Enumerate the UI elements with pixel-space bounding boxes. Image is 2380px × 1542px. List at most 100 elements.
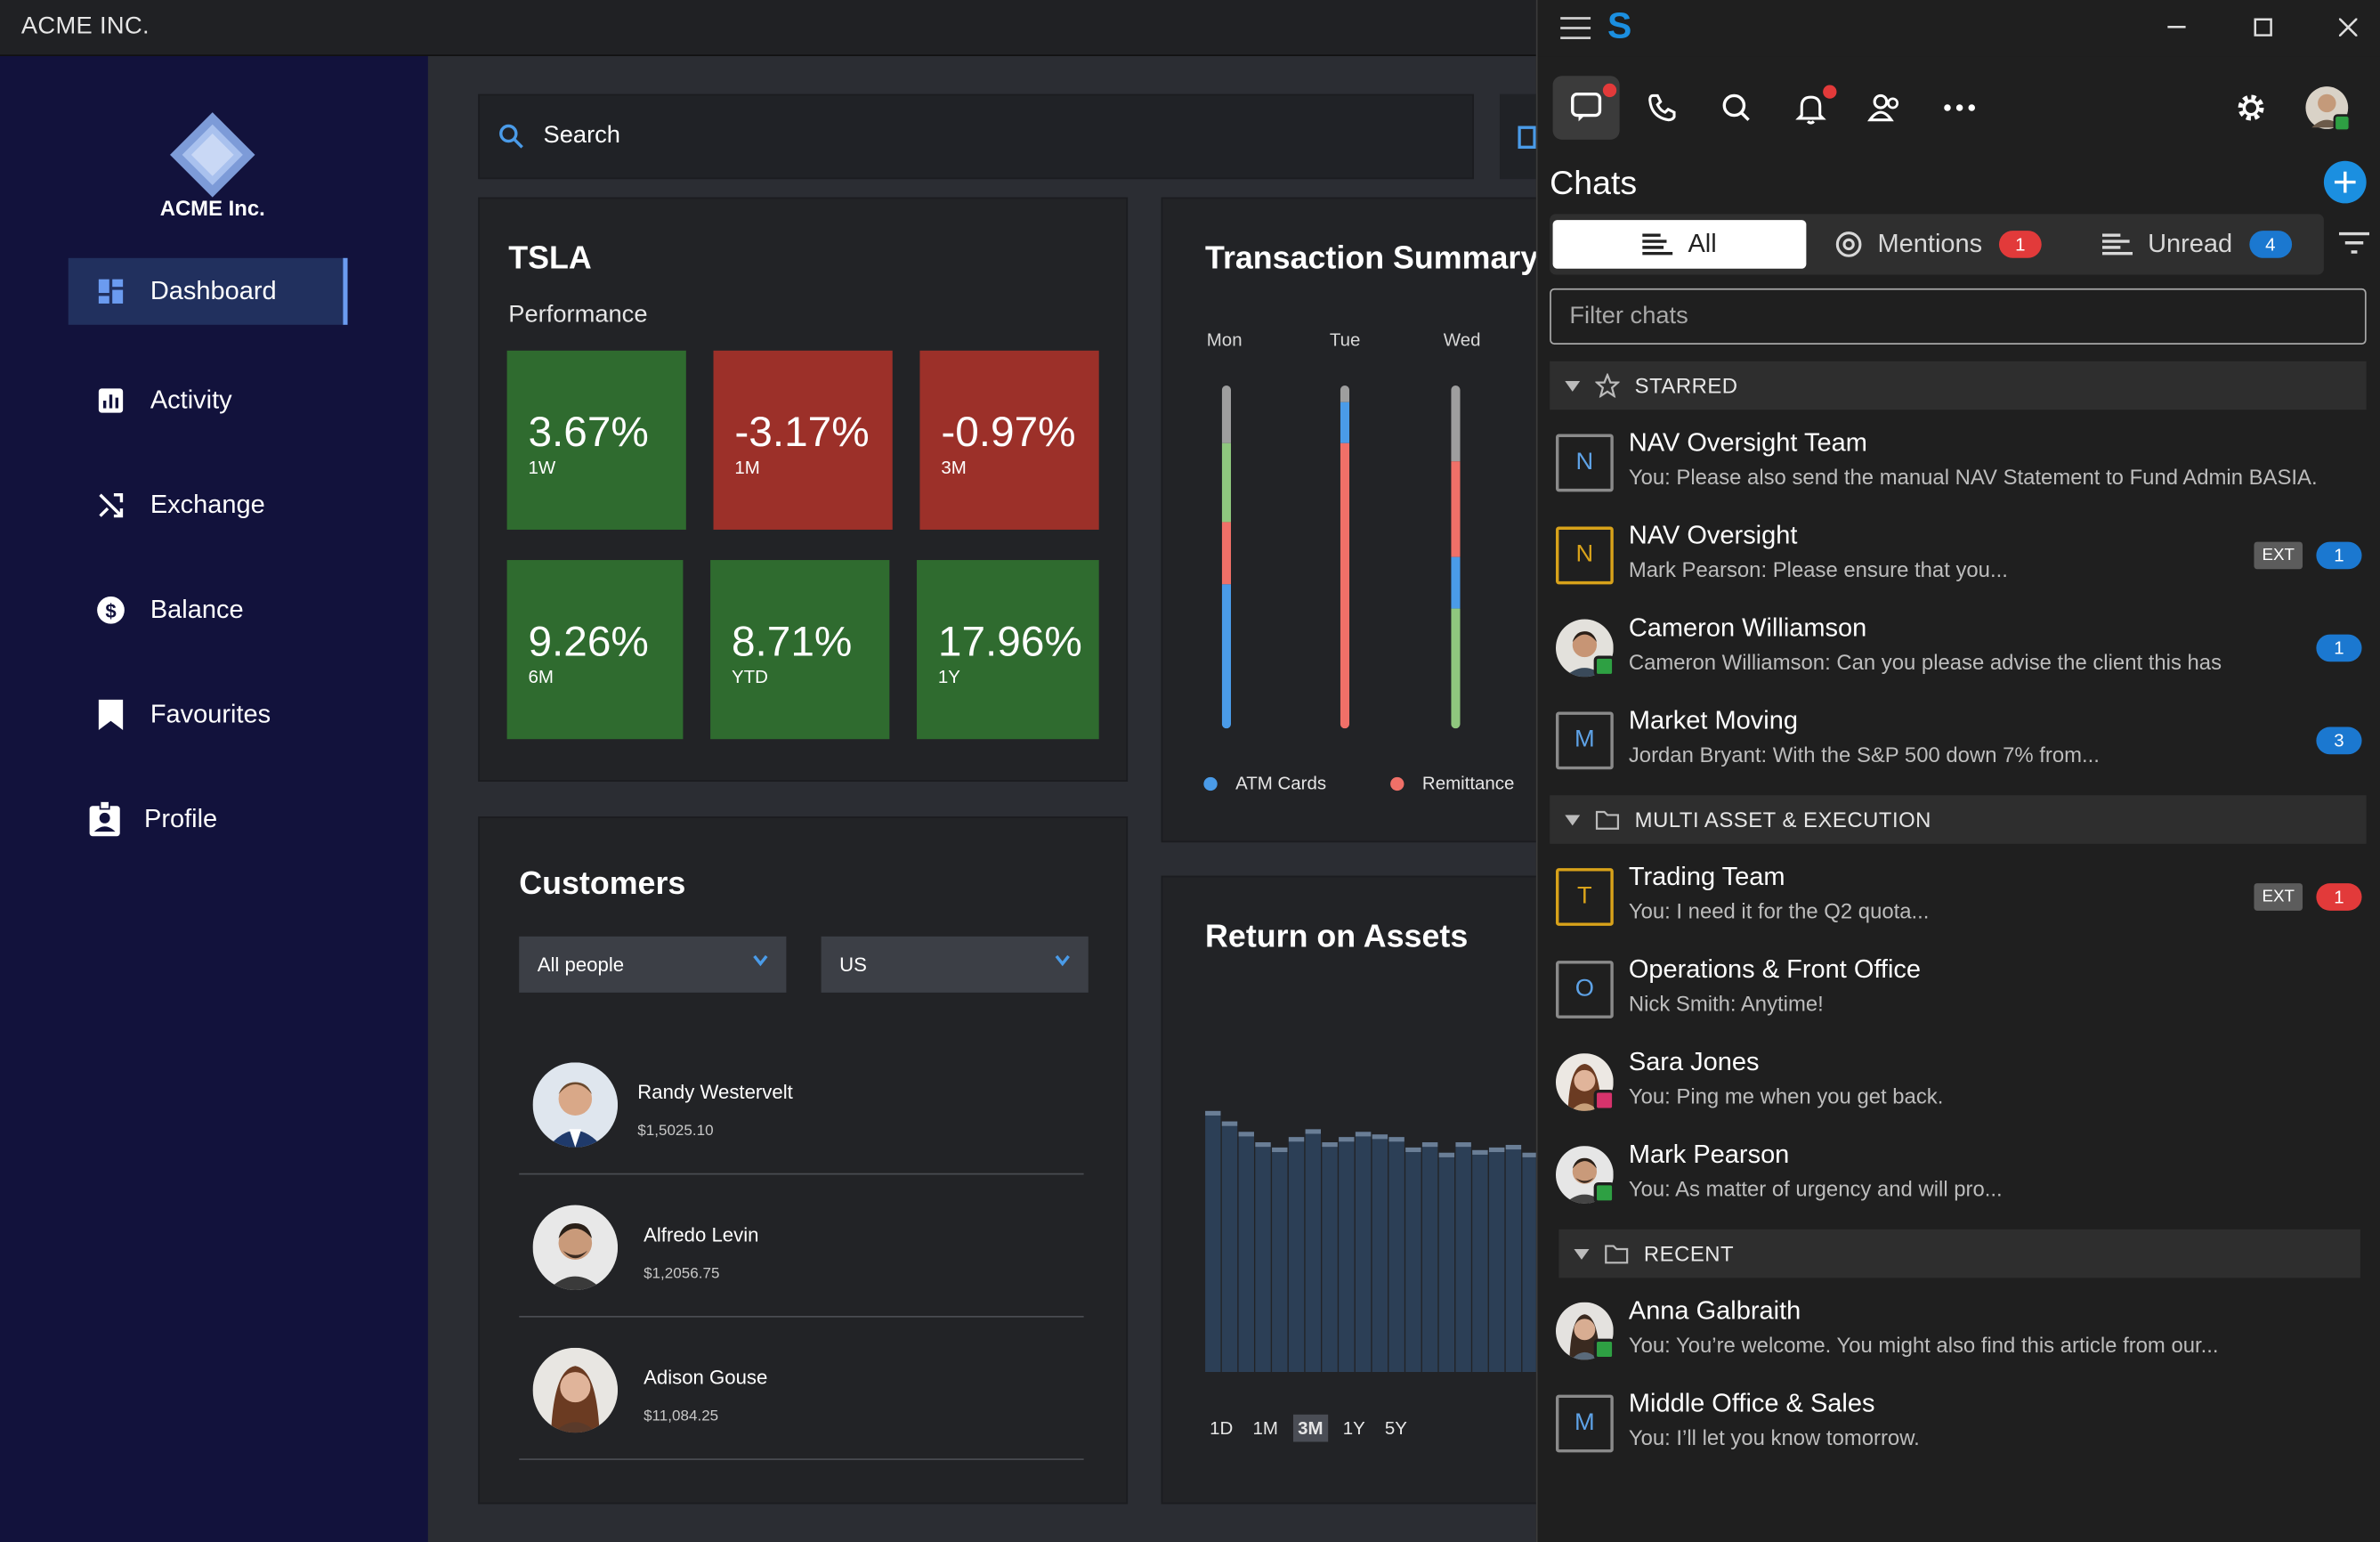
roa-bar <box>1438 1152 1455 1373</box>
perf-tile-1w[interactable]: 3.67% 1W <box>506 350 686 530</box>
range-3m[interactable]: 3M <box>1292 1414 1328 1442</box>
sidebar-item-label: Profile <box>144 804 218 833</box>
external-badge: EXT <box>2254 883 2303 911</box>
unread-count-badge: 3 <box>2316 726 2362 755</box>
chat-item-mark-pearson[interactable]: Mark Pearson You: As matter of urgency a… <box>1555 1131 2367 1223</box>
bar-segment <box>1340 402 1350 444</box>
chat-preview: Cameron Williamson: Can you please advis… <box>1628 649 2222 674</box>
filter-chats-field[interactable] <box>1550 288 2367 345</box>
hamburger-menu-icon[interactable] <box>1560 17 1591 40</box>
range-1m[interactable]: 1M <box>1248 1415 1283 1442</box>
chevron-down-icon <box>753 954 768 967</box>
chat-item-operations-front-office[interactable]: O Operations & Front Office Nick Smith: … <box>1555 945 2367 1038</box>
sidebar-item-profile[interactable]: Profile <box>62 786 342 853</box>
roa-bar <box>1421 1142 1438 1373</box>
people-filter-select[interactable]: All people <box>519 936 787 993</box>
bar-segment <box>1451 385 1461 461</box>
roa-bar-cap <box>1455 1142 1471 1148</box>
customer-row[interactable]: Randy Westervelt $1,5025.10 <box>519 1032 1084 1175</box>
people-icon <box>1867 93 1899 122</box>
stacked-bar-mon[interactable] <box>1221 385 1232 729</box>
roa-bar <box>1505 1144 1522 1373</box>
roa-bar <box>1372 1134 1388 1373</box>
chat-item-market-moving[interactable]: M Market Moving Jordan Bryant: With the … <box>1555 696 2367 789</box>
perf-tile-ytd[interactable]: 8.71% YTD <box>710 560 890 740</box>
legend-label: Remittance <box>1421 772 1515 794</box>
chat-item-middle-office-sales[interactable]: M Middle Office & Sales You: I’ll let yo… <box>1555 1380 2367 1473</box>
roa-bar-chart[interactable] <box>1205 1105 1558 1373</box>
tab-label: All <box>1688 229 1717 258</box>
sidebar-item-balance[interactable]: $ Balance <box>69 577 348 644</box>
notifications-button[interactable] <box>1777 76 1844 140</box>
roa-bar-cap <box>1355 1132 1372 1137</box>
contacts-button[interactable] <box>1852 76 1919 140</box>
perf-tile-6m[interactable]: 9.26% 6M <box>506 560 684 740</box>
perf-tile-1y[interactable]: 17.96% 1Y <box>917 560 1099 740</box>
search-input[interactable]: Search <box>544 123 620 150</box>
list-icon <box>1642 233 1673 256</box>
range-5y[interactable]: 5Y <box>1380 1415 1412 1442</box>
at-sign-icon <box>1835 231 1862 257</box>
chats-button[interactable] <box>1552 76 1620 140</box>
legend-label: ATM Cards <box>1235 772 1327 794</box>
sidebar-item-exchange[interactable]: Exchange <box>69 472 348 539</box>
new-chat-button[interactable] <box>2323 160 2367 204</box>
settings-button[interactable] <box>2218 76 2285 140</box>
more-button[interactable] <box>1926 76 1993 140</box>
avatar: N <box>1555 526 1614 585</box>
maximize-icon[interactable] <box>2254 18 2272 37</box>
sidebar-item-favourites[interactable]: Favourites <box>69 681 348 748</box>
user-avatar-button[interactable] <box>2294 76 2360 140</box>
customer-row[interactable]: Alfredo Levin $1,2056.75 <box>519 1174 1084 1318</box>
notification-dot <box>1823 85 1837 99</box>
chat-item-nav-oversight[interactable]: N NAV Oversight Mark Pearson: Please ens… <box>1555 511 2367 604</box>
caret-down-icon <box>1565 380 1581 391</box>
perf-tile-1m[interactable]: -3.17% 1M <box>713 350 893 530</box>
bar-segment <box>1340 385 1350 403</box>
roa-bar-cap <box>1255 1142 1271 1148</box>
stacked-bar-tue[interactable] <box>1340 385 1350 729</box>
section-starred[interactable]: STARRED <box>1550 361 2367 410</box>
chat-item-nav-oversight-team[interactable]: N NAV Oversight Team You: Please also se… <box>1555 419 2367 512</box>
sidebar-item-activity[interactable]: Activity <box>69 368 348 434</box>
tab-all[interactable]: All <box>1552 220 1807 269</box>
chat-item-cameron-williamson[interactable]: Cameron Williamson Cameron Williamson: C… <box>1555 604 2367 696</box>
chat-name: Sara Jones <box>1628 1047 1760 1076</box>
section-label: MULTI ASSET & EXECUTION <box>1634 807 1931 832</box>
avatar: T <box>1555 868 1614 926</box>
stacked-bar-wed[interactable] <box>1451 385 1461 729</box>
range-selector: 1D 1M 3M 1Y 5Y <box>1205 1414 1422 1442</box>
tab-mentions[interactable]: Mentions 1 <box>1835 220 2042 269</box>
chat-preview: Nick Smith: Anytime! <box>1628 991 1824 1016</box>
day-label: Tue <box>1329 329 1361 351</box>
customer-row[interactable]: Adison Gouse $11,084.25 <box>519 1318 1084 1460</box>
tab-unread[interactable]: Unread 4 <box>2101 220 2292 269</box>
region-filter-select[interactable]: US <box>821 936 1089 993</box>
chat-item-trading-team[interactable]: T Trading Team You: I need it for the Q2… <box>1555 853 2367 945</box>
roa-bar <box>1455 1142 1471 1373</box>
search-button[interactable] <box>1703 76 1769 140</box>
roa-bar <box>1272 1147 1288 1373</box>
filter-icon[interactable] <box>2338 231 2370 255</box>
chat-preview: You: Please also send the manual NAV Sta… <box>1628 464 2318 489</box>
search-bar[interactable]: Search <box>478 93 1474 180</box>
card-title: Return on Assets <box>1205 920 1469 955</box>
minimize-icon[interactable] <box>2167 25 2186 28</box>
chat-preview: You: As matter of urgency and will pro..… <box>1628 1176 2003 1201</box>
calls-button[interactable] <box>1629 76 1696 140</box>
roa-bar-cap <box>1205 1110 1221 1116</box>
range-1y[interactable]: 1Y <box>1339 1415 1370 1442</box>
range-1d[interactable]: 1D <box>1205 1415 1237 1442</box>
close-icon[interactable] <box>2338 18 2358 37</box>
bar-segment <box>1221 584 1232 729</box>
chat-name: NAV Oversight Team <box>1628 427 1867 458</box>
search-icon <box>498 123 525 158</box>
sidebar-item-dashboard[interactable]: Dashboard <box>68 257 348 325</box>
chat-item-anna-galbraith[interactable]: Anna Galbraith You: You’re welcome. You … <box>1555 1287 2367 1380</box>
presence-available-icon <box>1593 655 1615 678</box>
chat-item-sara-jones[interactable]: Sara Jones You: Ping me when you get bac… <box>1555 1038 2367 1131</box>
section-multi-asset[interactable]: MULTI ASSET & EXECUTION <box>1550 795 2367 844</box>
section-recent[interactable]: RECENT <box>1558 1229 2360 1278</box>
perf-tile-3m[interactable]: -0.97% 3M <box>919 350 1099 530</box>
filter-chats-input[interactable] <box>1550 289 2365 344</box>
